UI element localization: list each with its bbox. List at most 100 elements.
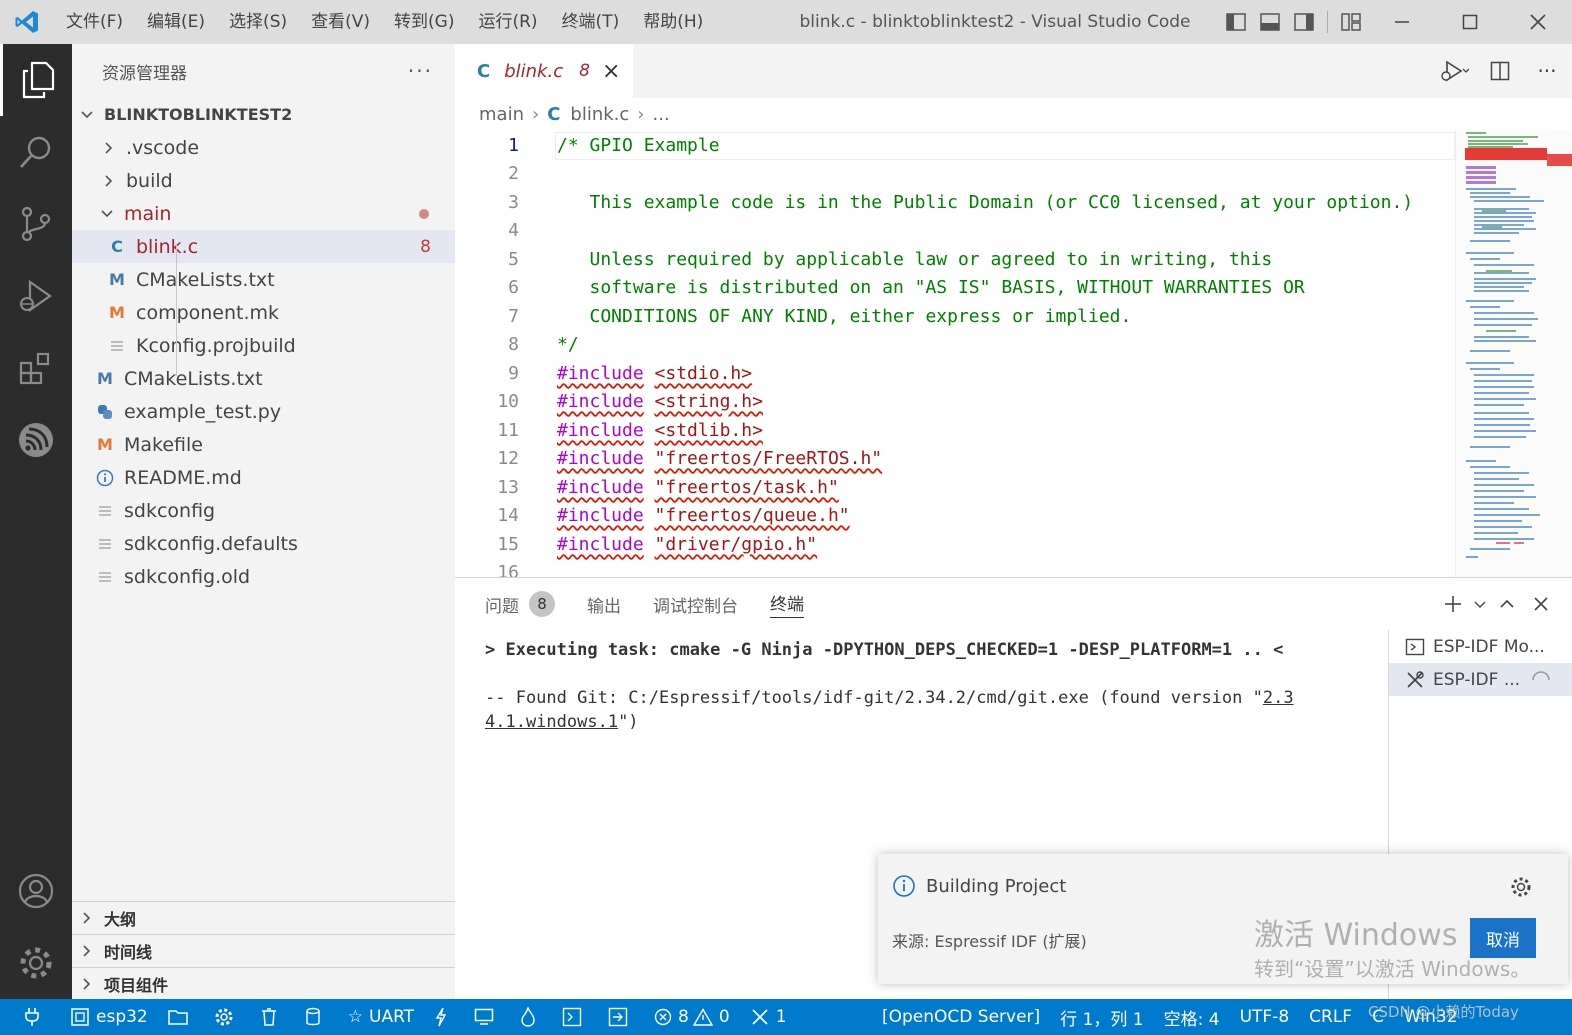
settings-gear-icon[interactable] bbox=[204, 999, 250, 1035]
toggle-sidebar-icon[interactable] bbox=[1219, 0, 1253, 44]
tree-item-sdkconfig[interactable]: sdkconfig bbox=[72, 494, 455, 527]
cancel-button[interactable]: 取消 bbox=[1470, 918, 1536, 958]
menu-run[interactable]: 运行(R) bbox=[466, 0, 549, 44]
monitor-icon[interactable] bbox=[464, 999, 510, 1035]
breadcrumb-folder[interactable]: main bbox=[479, 104, 524, 125]
espressif-icon[interactable] bbox=[0, 404, 72, 476]
tree-item-blink-c[interactable]: C blink.c 8 bbox=[72, 230, 455, 263]
toggle-panel-icon[interactable] bbox=[1253, 0, 1287, 44]
close-window-button[interactable] bbox=[1504, 0, 1572, 44]
tree-item-sdkconfig-defaults[interactable]: sdkconfig.defaults bbox=[72, 527, 455, 560]
menu-view[interactable]: 查看(V) bbox=[299, 0, 382, 44]
menu-help[interactable]: 帮助(H) bbox=[631, 0, 715, 44]
tree-item-build[interactable]: build bbox=[72, 164, 455, 197]
more-actions-icon[interactable]: ··· bbox=[1522, 49, 1572, 93]
terminal-text: ") bbox=[618, 712, 639, 732]
more-actions-icon[interactable]: ··· bbox=[408, 59, 433, 83]
tree-item-label: CMakeLists.txt bbox=[124, 367, 263, 390]
problems-summary[interactable]: 8 0 bbox=[644, 999, 740, 1035]
menu-go[interactable]: 转到(G) bbox=[382, 0, 466, 44]
chip-target[interactable]: esp32 bbox=[60, 999, 158, 1035]
indentation[interactable]: 空格: 4 bbox=[1154, 999, 1230, 1035]
menu-terminal[interactable]: 终端(T) bbox=[550, 0, 632, 44]
menu-edit[interactable]: 编辑(E) bbox=[135, 0, 217, 44]
code-text: /* GPIO Example bbox=[557, 134, 720, 156]
explorer-icon[interactable] bbox=[0, 44, 72, 116]
terminal-link[interactable]: 2.3 bbox=[1263, 688, 1294, 708]
minimap[interactable] bbox=[1455, 130, 1572, 577]
code-line: 5 Unless required by applicable law or a… bbox=[455, 245, 1455, 273]
terminal-link[interactable]: 4.1.windows.1 bbox=[485, 712, 618, 732]
section-project-components[interactable]: 项目组件 bbox=[72, 967, 455, 1000]
maximize-panel-icon[interactable] bbox=[1490, 596, 1524, 612]
flash-lightning-icon[interactable] bbox=[424, 999, 464, 1035]
new-terminal-icon[interactable] bbox=[1436, 594, 1470, 614]
workspace-root[interactable]: BLINKTOBLINKTEST2 bbox=[72, 98, 455, 131]
tree-item-readme[interactable]: README.md bbox=[72, 461, 455, 494]
tree-item-vscode[interactable]: .vscode bbox=[72, 131, 455, 164]
tree-item-kconfig[interactable]: Kconfig.projbuild bbox=[72, 329, 455, 362]
include-directive: #include bbox=[557, 390, 644, 412]
tab-output[interactable]: 输出 bbox=[587, 592, 621, 617]
split-editor-icon[interactable] bbox=[1478, 49, 1522, 93]
end-of-line[interactable]: CRLF bbox=[1299, 999, 1362, 1035]
tab-blink-c[interactable]: C blink.c 8 × bbox=[455, 44, 633, 98]
tree-item-cmakelists-main[interactable]: M CMakeLists.txt bbox=[72, 263, 455, 296]
section-timeline[interactable]: 时间线 bbox=[72, 934, 455, 967]
breadcrumb-file[interactable]: blink.c bbox=[570, 104, 629, 125]
chevron-right-icon bbox=[83, 945, 91, 957]
toggle-secondary-sidebar-icon[interactable] bbox=[1287, 0, 1321, 44]
notification-settings-icon[interactable] bbox=[1510, 876, 1532, 902]
tab-problems[interactable]: 问题 8 bbox=[485, 591, 555, 617]
terminal-item-monitor[interactable]: ESP-IDF Mo... bbox=[1389, 630, 1572, 663]
section-outline[interactable]: 大纲 bbox=[72, 901, 455, 934]
tree-item-label: component.mk bbox=[136, 301, 280, 324]
build-flash-monitor-icon[interactable] bbox=[598, 999, 644, 1035]
close-tab-icon[interactable]: × bbox=[602, 59, 620, 84]
flame-icon[interactable] bbox=[510, 999, 552, 1035]
tree-item-example-test[interactable]: example_test.py bbox=[72, 395, 455, 428]
maximize-button[interactable] bbox=[1436, 0, 1504, 44]
cursor-position[interactable]: 行 1，列 1 bbox=[1050, 999, 1153, 1035]
tree-item-makefile[interactable]: M Makefile bbox=[72, 428, 455, 461]
trash-icon[interactable] bbox=[250, 999, 294, 1035]
chevron-down-icon[interactable] bbox=[1470, 598, 1490, 610]
tab-debug-console[interactable]: 调试控制台 bbox=[653, 592, 738, 617]
database-icon[interactable] bbox=[294, 999, 338, 1035]
source-control-icon[interactable] bbox=[0, 188, 72, 260]
tab-terminal[interactable]: 终端 bbox=[770, 590, 804, 618]
python-file-icon bbox=[96, 402, 114, 422]
terminal-line: 4.1.windows.1") bbox=[485, 710, 1365, 734]
manage-gear-icon[interactable] bbox=[0, 927, 72, 999]
tree-item-cmakelists-root[interactable]: M CMakeLists.txt bbox=[72, 362, 455, 395]
terminal-prompt-icon[interactable] bbox=[552, 999, 598, 1035]
tree-item-label: README.md bbox=[124, 466, 242, 489]
breadcrumb-symbol[interactable]: ... bbox=[653, 104, 670, 125]
close-panel-icon[interactable] bbox=[1524, 596, 1558, 612]
customize-layout-icon[interactable] bbox=[1334, 0, 1368, 44]
terminal-output[interactable]: > Executing task: cmake -G Ninja -DPYTHO… bbox=[485, 638, 1365, 734]
uart-flash-mode[interactable]: ☆ UART bbox=[338, 999, 424, 1035]
extensions-icon[interactable] bbox=[0, 332, 72, 404]
file-encoding[interactable]: UTF-8 bbox=[1230, 999, 1300, 1035]
tree-item-label: .vscode bbox=[126, 136, 200, 159]
tree-item-label: CMakeLists.txt bbox=[136, 268, 275, 291]
tree-item-sdkconfig-old[interactable]: sdkconfig.old bbox=[72, 560, 455, 593]
loading-spinner-icon bbox=[1532, 670, 1550, 680]
openocd-server[interactable]: [OpenOCD Server] bbox=[872, 999, 1050, 1035]
run-debug-file-icon[interactable] bbox=[1430, 49, 1478, 93]
minimize-button[interactable] bbox=[1368, 0, 1436, 44]
tree-item-main[interactable]: main bbox=[72, 197, 455, 230]
code-line: 15 #include "driver/gpio.h" bbox=[455, 530, 1455, 558]
terminal-item-build[interactable]: ESP-IDF ... bbox=[1389, 663, 1572, 696]
code-editor[interactable]: 1 /* GPIO Example 2 3 This example code i… bbox=[455, 130, 1455, 577]
tree-item-component-mk[interactable]: M component.mk bbox=[72, 296, 455, 329]
menu-file[interactable]: 文件(F) bbox=[54, 0, 135, 44]
remote-plug-icon[interactable] bbox=[0, 999, 60, 1035]
search-icon[interactable] bbox=[0, 116, 72, 188]
menu-selection[interactable]: 选择(S) bbox=[217, 0, 299, 44]
tools-count[interactable]: 1 bbox=[740, 999, 797, 1035]
folder-icon[interactable] bbox=[158, 999, 204, 1035]
run-debug-icon[interactable] bbox=[0, 260, 72, 332]
accounts-icon[interactable] bbox=[0, 855, 72, 927]
